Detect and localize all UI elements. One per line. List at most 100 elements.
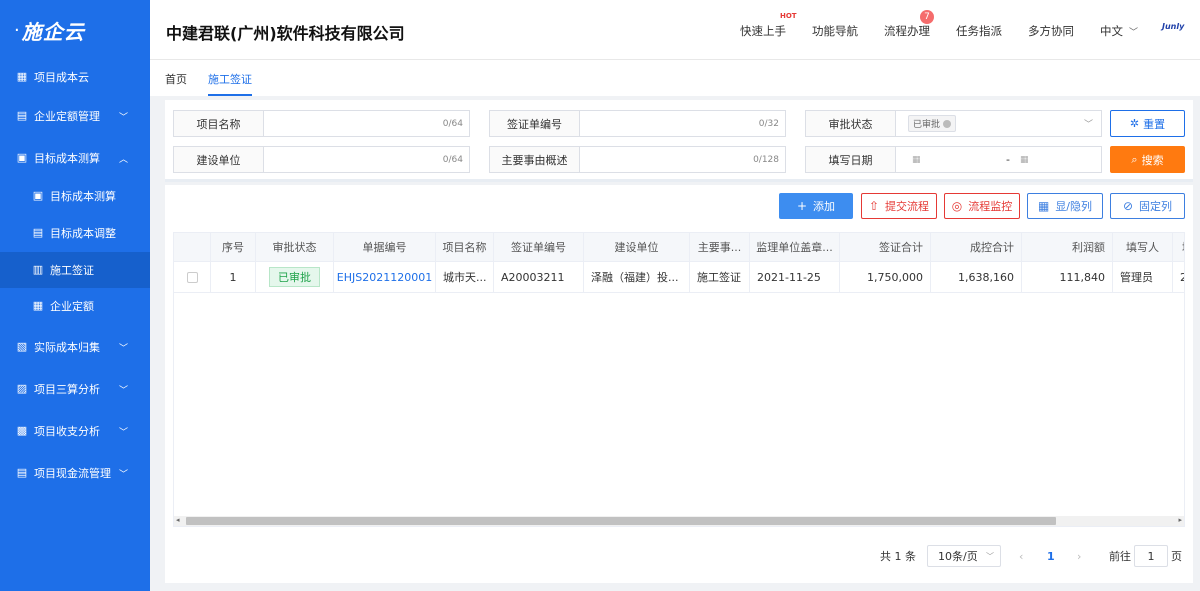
sidebar-item-label: 项目收支分析 xyxy=(34,425,100,438)
language-label: 中文 xyxy=(1100,24,1123,38)
sidebar-item-enterprise-quota[interactable]: ▦ 企业定额 xyxy=(0,288,150,324)
cell-visa-no: A20003211 xyxy=(494,262,584,292)
sidebar-item-actual-cost[interactable]: ▧ 实际成本归集 ﹀ xyxy=(0,329,150,365)
table-row[interactable]: 1 已审批 EHJS2021120001 城市天... A20003211 泽融… xyxy=(174,262,1184,293)
sidebar-item-quota-management[interactable]: ▤ 企业定额管理 ﹀ xyxy=(0,98,150,134)
arrow-right-icon[interactable]: ▸ xyxy=(1178,516,1182,524)
chevron-down-icon: ﹀ xyxy=(986,551,994,561)
sidebar-item-label: 目标成本测算 xyxy=(34,152,100,165)
goto-page-input[interactable]: 1 xyxy=(1134,545,1168,567)
field-label: 审批状态 xyxy=(806,111,896,136)
cell-project: 城市天... xyxy=(436,262,494,292)
project-name-field[interactable]: 项目名称 0/64 xyxy=(173,110,470,137)
sidebar-item-project-cost-cloud[interactable]: ▦ 项目成本云 xyxy=(0,59,150,95)
chevron-down-icon: ﹀ xyxy=(1129,28,1139,38)
logo: · 施企云 xyxy=(0,0,150,60)
sidebar-item-label: 项目现金流管理 xyxy=(34,467,111,480)
chevron-up-icon: ︿ xyxy=(118,154,128,165)
filter-panel: 项目名称 0/64 签证单编号 0/32 审批状态 已审批 ﹀ ✲ 重置 建设单位… xyxy=(165,100,1193,182)
selected-tag[interactable]: 已审批 xyxy=(908,115,957,132)
sidebar-item-target-cost-adjust[interactable]: ▤ 目标成本调整 xyxy=(0,215,150,251)
prev-page-icon[interactable]: ‹ xyxy=(1019,545,1023,567)
calendar-icon[interactable]: ▦ xyxy=(1020,155,1029,165)
column-header[interactable]: 签证合计 xyxy=(840,233,931,261)
nav-process-handle[interactable]: 流程办理 xyxy=(884,23,930,39)
column-header[interactable]: 项目名称 xyxy=(436,233,494,261)
column-header[interactable]: 签证单编号 xyxy=(494,233,584,261)
sidebar-item-label: 项目成本云 xyxy=(34,71,89,84)
paperclip-icon: ⊘ xyxy=(1122,199,1134,213)
cell-filler: 管理员 xyxy=(1113,262,1173,292)
next-page-icon[interactable]: › xyxy=(1077,545,1081,567)
nav-quick-start[interactable]: 快速上手 xyxy=(740,23,786,39)
field-label: 项目名称 xyxy=(174,111,264,136)
hot-badge: HOT xyxy=(780,12,797,20)
row-checkbox[interactable] xyxy=(186,271,198,283)
chevron-down-icon: ﹀ xyxy=(118,112,128,123)
process-monitor-button[interactable]: ◎ 流程监控 xyxy=(944,193,1020,219)
visa-no-field[interactable]: 签证单编号 0/32 xyxy=(489,110,786,137)
page-size-select[interactable]: 10条/页 ﹀ xyxy=(927,545,1001,567)
field-label: 签证单编号 xyxy=(490,111,580,136)
doc-no-link[interactable]: EHJS2021120001 xyxy=(337,271,432,284)
sidebar-item-target-cost-calc[interactable]: ▣ 目标成本测算 xyxy=(0,178,150,214)
add-button[interactable]: + 添加 xyxy=(779,193,853,219)
calculator-icon: ▣ xyxy=(16,151,28,164)
submit-process-button[interactable]: ⇧ 提交流程 xyxy=(861,193,937,219)
page-number[interactable]: 1 xyxy=(1047,545,1055,567)
char-count: 0/64 xyxy=(442,154,463,165)
language-select[interactable]: 中文 ﹀ xyxy=(1100,23,1138,39)
column-header[interactable]: 成控合计 xyxy=(931,233,1022,261)
nav-task-assign[interactable]: 任务指派 xyxy=(956,23,1002,39)
sidebar-item-construction-visa[interactable]: ▥ 施工签证 xyxy=(0,252,150,288)
char-count: 0/32 xyxy=(758,118,779,129)
grid-icon: ▦ xyxy=(16,70,28,83)
analysis-icon: ▨ xyxy=(16,382,28,395)
column-header[interactable]: 主要事... xyxy=(690,233,750,261)
field-label: 填写日期 xyxy=(806,147,896,172)
sidebar-item-cash-flow[interactable]: ▤ 项目现金流管理 ﹀ xyxy=(0,455,150,491)
column-header[interactable]: 序号 xyxy=(211,233,256,261)
column-header[interactable]: 填 xyxy=(1173,233,1184,261)
calendar-icon[interactable]: ▦ xyxy=(912,155,921,165)
nav-collaboration[interactable]: 多方协同 xyxy=(1028,23,1074,39)
tab-home[interactable]: 首页 xyxy=(165,71,187,87)
company-name: 中建君联(广州)软件科技有限公司 xyxy=(166,24,405,43)
search-button[interactable]: ⌕ 搜索 xyxy=(1110,146,1185,173)
sidebar-item-three-calc[interactable]: ▨ 项目三算分析 ﹀ xyxy=(0,371,150,407)
column-header[interactable]: 建设单位 xyxy=(584,233,690,261)
column-header[interactable]: 审批状态 xyxy=(256,233,334,261)
build-unit-field[interactable]: 建设单位 0/64 xyxy=(173,146,470,173)
sidebar-item-label: 企业定额 xyxy=(50,300,94,313)
sidebar-item-income-expense[interactable]: ▩ 项目收支分析 ﹀ xyxy=(0,413,150,449)
horizontal-scrollbar[interactable]: ◂ ▸ xyxy=(174,516,1184,526)
fill-date-range[interactable]: 填写日期 ▦ - ▦ xyxy=(805,146,1102,173)
date-separator: - xyxy=(1006,153,1010,166)
header: 中建君联(广州)软件科技有限公司 HOT 快速上手 功能导航 流程办理 7 任务… xyxy=(150,0,1200,60)
pin-columns-button[interactable]: ⊘ 固定列 xyxy=(1110,193,1185,219)
table-panel: + 添加 ⇧ 提交流程 ◎ 流程监控 ▦ 显/隐列 ⊘ 固定列 序号 审批状态 单据编号 … xyxy=(165,185,1193,583)
arrow-left-icon[interactable]: ◂ xyxy=(176,516,180,524)
close-icon[interactable] xyxy=(943,120,952,128)
cell-doc-no: EHJS2021120001 xyxy=(334,262,436,292)
scrollbar-thumb[interactable] xyxy=(186,517,1056,525)
plus-icon: + xyxy=(796,199,808,213)
sidebar-item-label: 项目三算分析 xyxy=(34,383,100,396)
column-header[interactable]: 监理单位盖章... xyxy=(750,233,840,261)
target-icon: ◎ xyxy=(951,199,963,213)
upload-icon: ⇧ xyxy=(868,199,880,213)
show-hide-columns-button[interactable]: ▦ 显/隐列 xyxy=(1027,193,1103,219)
cell-reason: 施工签证 xyxy=(690,262,750,292)
column-header[interactable]: 填写人 xyxy=(1113,233,1173,261)
quota-icon: ▦ xyxy=(32,299,44,312)
nav-function-guide[interactable]: 功能导航 xyxy=(812,23,858,39)
column-header[interactable]: 单据编号 xyxy=(334,233,436,261)
reset-button[interactable]: ✲ 重置 xyxy=(1110,110,1185,137)
sidebar-item-label: 目标成本测算 xyxy=(50,190,116,203)
tab-construction-visa[interactable]: 施工签证 xyxy=(208,71,252,96)
approval-status-select[interactable]: 审批状态 已审批 ﹀ xyxy=(805,110,1102,137)
sidebar-item-target-cost[interactable]: ▣ 目标成本测算 ︿ xyxy=(0,140,150,176)
summary-field[interactable]: 主要事由概述 0/128 xyxy=(489,146,786,173)
tab-bar: 首页 施工签证 xyxy=(150,60,1200,96)
column-header[interactable]: 利润额 xyxy=(1022,233,1113,261)
